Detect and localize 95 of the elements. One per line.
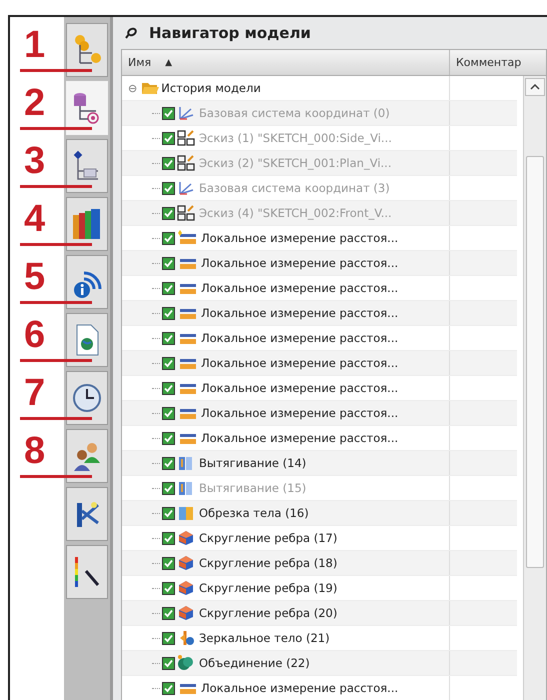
checkbox[interactable] bbox=[162, 406, 175, 420]
checkbox[interactable] bbox=[162, 256, 175, 270]
tree-row[interactable]: Зеркальное тело (21) bbox=[122, 626, 450, 650]
sidebar-tab[interactable] bbox=[66, 545, 108, 599]
axes-icon bbox=[177, 180, 195, 196]
extrude-icon bbox=[177, 455, 195, 471]
tree-label: Объединение (22) bbox=[199, 656, 310, 670]
tree-label: Базовая система координат (3) bbox=[199, 181, 390, 195]
folder-icon bbox=[141, 81, 160, 95]
tree-row[interactable]: Локальное измерение расстоя... bbox=[122, 226, 450, 250]
tree-icon bbox=[72, 33, 102, 67]
checkbox[interactable] bbox=[162, 206, 175, 220]
checkbox[interactable] bbox=[162, 132, 175, 144]
cube-icon bbox=[177, 555, 195, 571]
tree-row[interactable]: Скругление ребра (19) bbox=[122, 576, 450, 600]
tree-label: Локальное измерение расстоя... bbox=[201, 681, 398, 695]
tree-row[interactable]: Скругление ребра (17) bbox=[122, 526, 450, 550]
sidebar-tab[interactable] bbox=[66, 313, 108, 367]
checkbox[interactable] bbox=[162, 556, 175, 570]
tree-label: Скругление ребра (19) bbox=[199, 581, 338, 595]
trim-icon bbox=[177, 505, 195, 521]
tree-label: Локальное измерение расстоя... bbox=[201, 331, 398, 345]
checkbox[interactable] bbox=[162, 156, 175, 170]
checkbox[interactable] bbox=[162, 432, 175, 444]
tree-row[interactable]: Локальное измерение расстоя... bbox=[122, 326, 450, 350]
checkbox[interactable] bbox=[162, 606, 175, 620]
checkbox[interactable] bbox=[162, 582, 175, 594]
checkbox[interactable] bbox=[162, 532, 175, 544]
tree-label: Вытягивание (14) bbox=[199, 456, 306, 470]
tree-label: История модели bbox=[161, 81, 261, 95]
tree-label: Эскиз (2) "SKETCH_001:Plan_Vi... bbox=[199, 156, 392, 170]
panel-title: Навигатор модели bbox=[149, 24, 311, 42]
color-scale-icon bbox=[72, 555, 102, 589]
sidebar-tab[interactable] bbox=[66, 255, 108, 309]
unite-icon bbox=[177, 655, 195, 671]
sidebar-tab[interactable] bbox=[66, 487, 108, 541]
tree-label: Вытягивание (15) bbox=[199, 481, 306, 495]
checkbox[interactable] bbox=[162, 682, 175, 694]
scroll-up-icon[interactable] bbox=[525, 78, 545, 96]
column-header[interactable]: Имя ▲ bbox=[122, 50, 450, 75]
checkbox[interactable] bbox=[162, 506, 175, 520]
sketch-icon bbox=[177, 205, 195, 221]
sidebar-tab[interactable] bbox=[66, 197, 108, 251]
tree-label: Локальное измерение расстоя... bbox=[201, 281, 398, 295]
column-label: Имя bbox=[128, 56, 152, 69]
scroll-thumb[interactable] bbox=[526, 156, 544, 568]
tree-label: Обрезка тела (16) bbox=[199, 506, 309, 520]
extrude-icon bbox=[177, 480, 195, 496]
tree-label: Локальное измерение расстоя... bbox=[201, 356, 398, 370]
tree-label: Локальное измерение расстоя... bbox=[201, 256, 398, 270]
tree-label: Базовая система координат (0) bbox=[199, 106, 390, 120]
tree-label: Эскиз (1) "SKETCH_000:Side_Vi... bbox=[199, 131, 392, 145]
checkbox[interactable] bbox=[162, 106, 175, 120]
sidebar-tab[interactable] bbox=[66, 371, 108, 425]
sidebar-tab[interactable] bbox=[66, 23, 108, 77]
scrollbar[interactable] bbox=[523, 76, 546, 700]
tree-label: Локальное измерение расстоя... bbox=[201, 431, 398, 445]
checkbox[interactable] bbox=[162, 356, 175, 370]
cube-icon bbox=[177, 530, 195, 546]
tree-label: Скругление ребра (18) bbox=[199, 556, 338, 570]
sketch-icon bbox=[177, 155, 195, 171]
checkbox[interactable] bbox=[162, 282, 175, 294]
sidebar-tab[interactable] bbox=[66, 139, 108, 193]
tree-row[interactable]: ⊖ История модели bbox=[122, 76, 450, 100]
tree-label: Локальное измерение расстоя... bbox=[201, 406, 398, 420]
tree-label: Эскиз (4) "SKETCH_002:Front_V... bbox=[199, 206, 392, 220]
sketch-icon bbox=[177, 130, 195, 146]
checkbox[interactable] bbox=[162, 382, 175, 394]
checkbox[interactable] bbox=[162, 332, 175, 344]
checkbox[interactable] bbox=[162, 232, 175, 244]
checkbox[interactable] bbox=[162, 306, 175, 320]
checkbox[interactable] bbox=[162, 632, 175, 644]
tree-label: Локальное измерение расстоя... bbox=[201, 306, 398, 320]
checkbox[interactable] bbox=[162, 482, 175, 494]
tree-label: Зеркальное тело (21) bbox=[199, 631, 330, 645]
tree-label: Локальное измерение расстоя... bbox=[201, 231, 398, 245]
tree-row[interactable]: Локальное измерение расстоя... bbox=[122, 676, 450, 700]
books-icon bbox=[72, 207, 102, 241]
checkbox[interactable] bbox=[162, 182, 175, 194]
sidebar-tab[interactable] bbox=[66, 429, 108, 483]
cube-icon bbox=[177, 580, 195, 596]
tree-label: Скругление ребра (17) bbox=[199, 531, 338, 545]
sort-arrow-icon: ▲ bbox=[165, 58, 172, 68]
clock-icon bbox=[72, 381, 102, 415]
tree-row[interactable]: Локальное измерение расстоя... bbox=[122, 276, 450, 300]
tree-row[interactable]: Локальное измерение расстоя... bbox=[122, 376, 450, 400]
cube-icon bbox=[177, 605, 195, 621]
tree-label: Скругление ребра (20) bbox=[199, 606, 338, 620]
expander-icon[interactable]: ⊖ bbox=[128, 82, 138, 94]
tree-row[interactable]: Локальное измерение расстоя... bbox=[122, 426, 450, 450]
checkbox[interactable] bbox=[162, 656, 175, 670]
axes-icon bbox=[177, 105, 195, 121]
column-header[interactable]: Комментар bbox=[450, 50, 546, 75]
tree-label: Локальное измерение расстоя... bbox=[201, 381, 398, 395]
checkbox[interactable] bbox=[162, 456, 175, 470]
